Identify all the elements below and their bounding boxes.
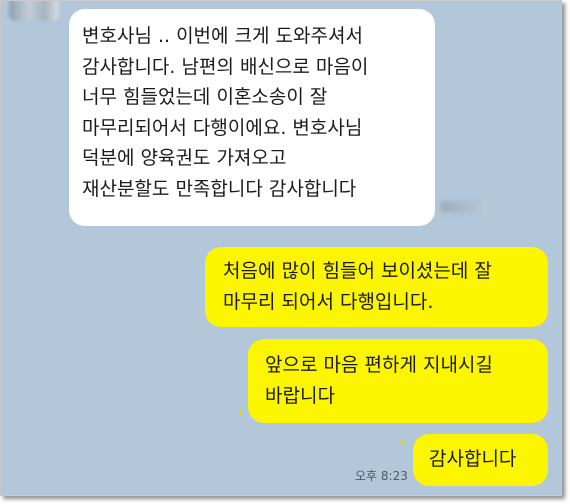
blurred-timestamp [441,201,487,213]
message-bubble-outgoing[interactable]: 감사합니다 [413,434,548,486]
read-count: 1 [399,438,406,449]
message-timestamp: 오후 8:23 [355,469,408,483]
avatar[interactable] [9,1,59,21]
message-bubble-outgoing[interactable]: 처음에 많이 힘들어 보이셨는데 잘 마무리 되어서 다행입니다. [205,247,548,327]
message-bubble-incoming[interactable]: 변호사님 .. 이번에 크게 도와주셔서 감사합니다. 남편의 배신으로 마음이… [69,9,435,226]
read-count: 1 [194,314,201,325]
chat-window: 변호사님 .. 이번에 크게 도와주셔서 감사합니다. 남편의 배신으로 마음이… [0,0,562,496]
read-count: 1 [237,408,244,419]
message-bubble-outgoing[interactable]: 앞으로 마음 편하게 지내시길 바랍니다 [248,339,548,423]
